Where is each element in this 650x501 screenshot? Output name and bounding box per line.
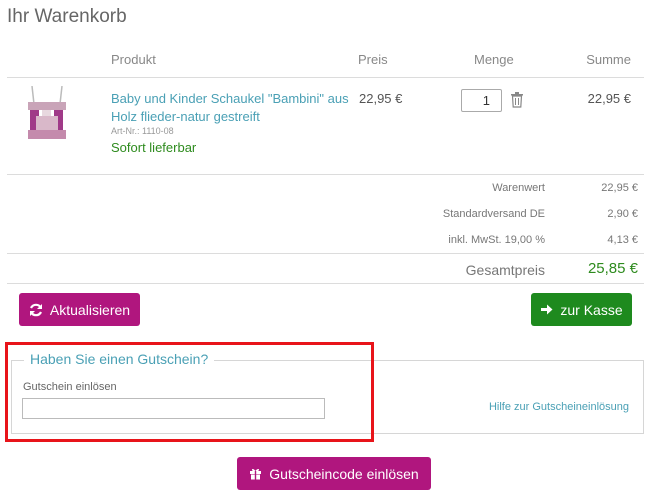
divider: [7, 253, 644, 254]
subtotal-label: Warenwert: [492, 182, 545, 194]
redeem-voucher-button[interactable]: Gutscheincode einlösen: [237, 457, 431, 490]
gift-icon: [250, 469, 262, 480]
redeem-voucher-label: Gutscheincode einlösen: [269, 465, 419, 482]
checkout-button[interactable]: zur Kasse: [531, 293, 632, 326]
refresh-icon: [29, 303, 42, 316]
divider: [7, 77, 644, 78]
voucher-help-link[interactable]: Hilfe zur Gutscheineinlösung: [489, 401, 629, 413]
item-price: 22,95 €: [359, 91, 403, 106]
highlight-box: [5, 342, 374, 442]
grand-total-value: 25,85 €: [587, 260, 638, 277]
trash-icon[interactable]: [510, 92, 524, 108]
tax-label: inkl. MwSt. 19,00 %: [448, 234, 545, 246]
column-header-product: Produkt: [111, 52, 156, 67]
divider: [7, 283, 644, 284]
column-header-price: Preis: [358, 52, 388, 67]
article-number: Art-Nr.: 1110-08: [111, 126, 174, 136]
shipping-value: 2,90 €: [607, 208, 638, 220]
column-header-total: Summe: [586, 52, 631, 67]
subtotal-value: 22,95 €: [601, 182, 638, 194]
shipping-label: Standardversand DE: [442, 208, 545, 220]
product-thumbnail[interactable]: [22, 85, 72, 146]
availability-status: Sofort lieferbar: [111, 140, 197, 155]
product-link[interactable]: Baby und Kinder Schaukel "Bambini" aus H…: [111, 90, 356, 126]
grand-total-label: Gesamtpreis: [465, 262, 545, 278]
page-title: Ihr Warenkorb: [7, 6, 127, 27]
divider: [7, 174, 644, 175]
quantity-input[interactable]: [461, 89, 502, 112]
update-button[interactable]: Aktualisieren: [19, 293, 140, 326]
update-button-label: Aktualisieren: [49, 301, 131, 318]
column-header-quantity: Menge: [474, 52, 514, 67]
arrow-right-icon: [541, 304, 553, 315]
checkout-button-label: zur Kasse: [560, 301, 623, 318]
item-total: 22,95 €: [587, 91, 631, 106]
tax-value: 4,13 €: [607, 234, 638, 246]
swing-image: [28, 85, 66, 139]
